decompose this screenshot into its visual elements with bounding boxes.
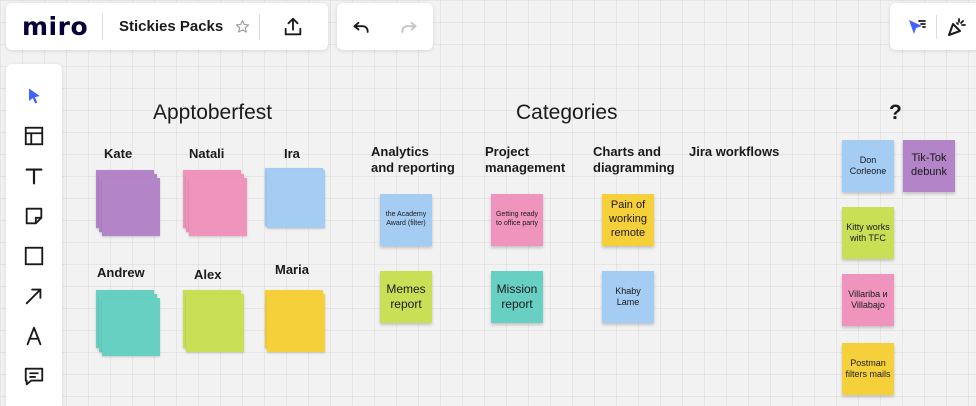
sticky-note-icon[interactable] <box>14 198 54 234</box>
person-label-natali[interactable]: Natali <box>189 146 224 162</box>
sticky-note[interactable]: Getting ready to office party <box>491 194 543 246</box>
comment-icon[interactable] <box>14 358 54 394</box>
person-label-alex[interactable]: Alex <box>194 267 221 283</box>
text-icon[interactable] <box>14 158 54 194</box>
person-label-kate[interactable]: Kate <box>104 146 132 162</box>
cursor-icon[interactable] <box>14 78 54 114</box>
left-toolbar <box>6 64 62 406</box>
sticky-note[interactable]: Don Corleone <box>842 140 894 192</box>
person-label-ira[interactable]: Ira <box>284 146 300 162</box>
sticky-note[interactable]: the Academy Award (filter) <box>380 194 432 246</box>
category-analytics[interactable]: Analytics and reporting <box>371 144 455 176</box>
category-jira-workflows[interactable]: Jira workflows <box>689 144 779 160</box>
undo-icon[interactable] <box>341 7 381 47</box>
upload-icon[interactable] <box>270 3 316 50</box>
star-icon[interactable] <box>233 18 251 36</box>
sticky-note[interactable]: Tik-Tok debunk <box>903 140 955 192</box>
right-bar <box>890 3 976 50</box>
person-label-maria[interactable]: Maria <box>275 262 309 278</box>
top-left-bar: miro Stickies Packs <box>6 3 328 50</box>
sticky-note[interactable]: Khaby Lame <box>602 271 654 323</box>
category-charts-diagramming[interactable]: Charts and diagramming <box>593 144 675 176</box>
heading-categories[interactable]: Categories <box>516 101 618 125</box>
miro-logo[interactable]: miro <box>6 12 102 41</box>
board-title[interactable]: Stickies Packs <box>103 18 223 35</box>
sticky-stack-andrew[interactable] <box>96 290 162 360</box>
sticky-stack-natali[interactable] <box>183 170 249 240</box>
sticky-stack-maria[interactable] <box>265 290 327 356</box>
templates-icon[interactable] <box>14 118 54 154</box>
pen-icon[interactable] <box>14 318 54 354</box>
sticky-note[interactable]: Postman filters mails <box>842 343 894 395</box>
sticky-stack-kate[interactable] <box>96 170 162 240</box>
sticky-note[interactable]: Villariba и Villabajo <box>842 274 894 326</box>
sticky-stack-ira[interactable] <box>265 168 327 230</box>
undo-redo-bar <box>337 3 433 50</box>
sticky-note[interactable]: Pain of working remote <box>602 194 654 246</box>
sticky-note[interactable]: Memes report <box>380 271 432 323</box>
heading-unknown[interactable]: ? <box>889 101 902 125</box>
rectangle-icon[interactable] <box>14 238 54 274</box>
sticky-stack-alex[interactable] <box>183 290 249 356</box>
sticky-note[interactable]: Kitty works with TFC <box>842 207 894 259</box>
party-popper-icon[interactable] <box>937 7 976 47</box>
sticky-note[interactable]: Mission report <box>491 271 543 323</box>
redo-icon[interactable] <box>389 7 429 47</box>
heading-apptoberfest[interactable]: Apptoberfest <box>153 101 272 125</box>
person-label-andrew[interactable]: Andrew <box>97 265 145 281</box>
divider <box>259 13 261 40</box>
category-project-management[interactable]: Project management <box>485 144 565 176</box>
arrow-icon[interactable] <box>14 278 54 314</box>
reactions-icon[interactable] <box>896 7 936 47</box>
